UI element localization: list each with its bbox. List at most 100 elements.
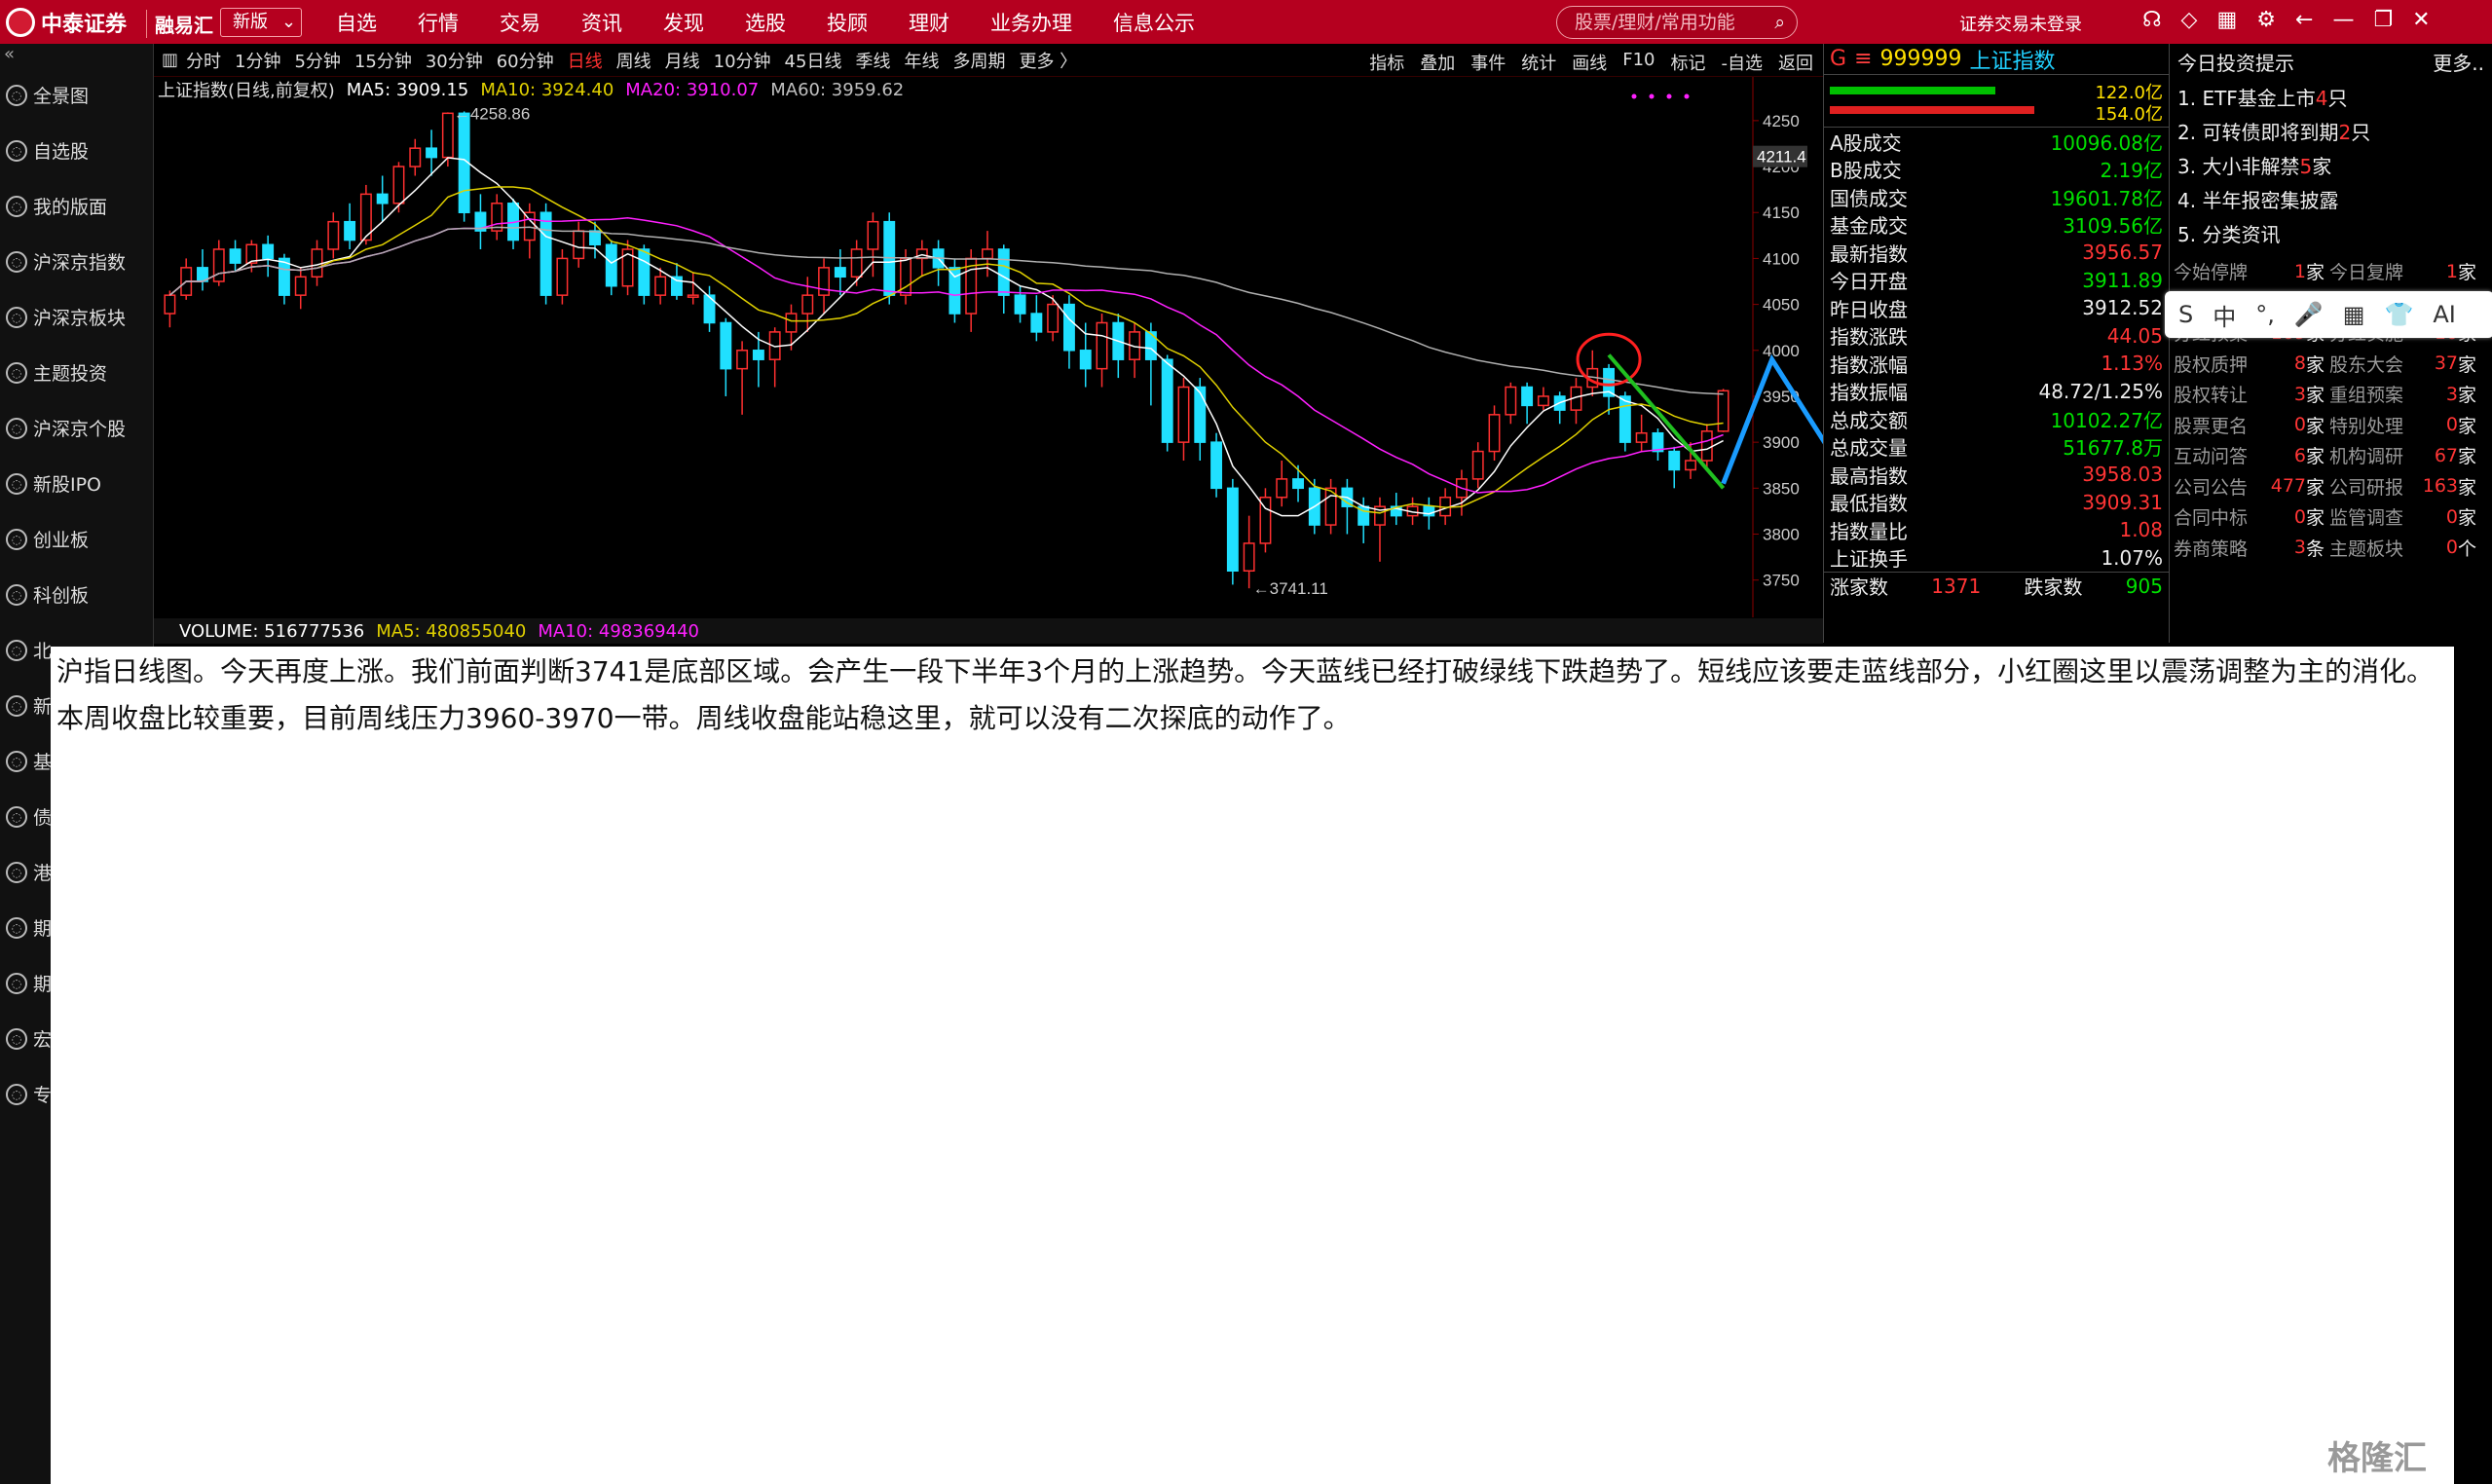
menu-item[interactable]: 选股 [745,8,786,37]
tip-item[interactable]: 2. 可转债即将到期2只 [2170,114,2492,148]
shirt-icon[interactable]: ◇ [2181,8,2198,32]
sidebar-item[interactable]: ◌ 沪深京指数 [0,234,153,289]
tool-button[interactable]: -自选 [1722,50,1764,75]
tool-button[interactable]: 统计 [1521,50,1556,75]
tool-button[interactable]: 指标 [1369,50,1404,75]
tool-button[interactable]: 画线 [1572,50,1607,75]
stat-label[interactable]: 监管调查 [2329,503,2415,530]
menu-item[interactable]: 发现 [663,8,704,37]
tool-button[interactable]: 事件 [1470,50,1506,75]
period-tab[interactable]: 更多 〉 [1019,48,1077,73]
tool-button[interactable]: 标记 [1671,50,1706,75]
ime-button[interactable]: S [2178,301,2193,328]
headset-icon[interactable]: ☊ [2142,8,2162,32]
period-tab[interactable]: 15分钟 [354,48,412,73]
grid-icon[interactable]: ▦ [2216,8,2237,32]
nav-icon: ◌ [6,639,27,661]
tool-button[interactable]: 叠加 [1420,50,1455,75]
stat-label[interactable]: 今始停牌 [2174,258,2263,284]
down-label: 跌家数 [2024,575,2083,600]
period-tab[interactable]: 周线 [616,48,651,73]
sidebar-item[interactable]: ◌ 沪深京个股 [0,400,153,456]
ime-button[interactable]: °, [2255,301,2275,328]
stat-label[interactable]: 股权转让 [2174,381,2263,407]
kline-svg[interactable]: 4250420041504100405040003950390038503800… [154,77,1823,617]
tip-item[interactable]: 3. 大小非解禁5家 [2170,148,2492,182]
search-icon[interactable]: ⌕ [1774,7,1785,38]
tool-button[interactable]: F10 [1622,50,1655,75]
back-icon[interactable]: ← [2295,8,2313,32]
sidebar-item[interactable]: ◌ 沪深京板块 [0,289,153,345]
stat-label[interactable]: 今日复牌 [2329,258,2415,284]
sidebar-item[interactable]: ◌ 主题投资 [0,345,153,400]
period-tab[interactable]: 月线 [665,48,700,73]
collapse-icon[interactable]: « [0,44,153,67]
tip-item[interactable]: 1. ETF基金上市4只 [2170,80,2492,114]
ime-button[interactable]: 中 [2213,298,2236,332]
period-tab[interactable]: 年线 [904,48,939,73]
quote-value: 19601.78亿 [2050,186,2163,210]
stat-label[interactable]: 互动问答 [2174,442,2263,468]
period-tab[interactable]: 30分钟 [426,48,483,73]
menu-item[interactable]: 交易 [500,8,540,37]
menu-item[interactable]: 信息公示 [1113,8,1195,37]
menu-item[interactable]: 投顾 [827,8,868,37]
search-input[interactable]: 股票/理财/常用功能 ⌕ [1556,6,1798,39]
menu-item[interactable]: 资讯 [581,8,622,37]
toolbar-grid-icon[interactable]: ▥ [162,50,178,70]
tool-button[interactable]: 返回 [1778,50,1813,75]
nav-icon: ◌ [6,916,27,939]
stat-label[interactable]: 股票更名 [2174,412,2263,438]
stat-label[interactable]: 股权质押 [2174,351,2263,377]
period-tab[interactable]: 多周期 [952,48,1005,73]
period-tab[interactable]: 日线 [568,48,603,73]
marker-dot [1684,93,1690,99]
sidebar-item[interactable]: ◌ 我的版面 [0,178,153,234]
stat-unit: 个 [2458,538,2477,560]
settings-icon[interactable]: ⚙ [2256,8,2276,32]
period-tab[interactable]: 分时 [186,48,221,73]
quote-row: B股成交 2.19亿 [1824,156,2169,184]
stat-label[interactable]: 重组预案 [2329,381,2415,407]
restore-icon[interactable]: ❐ [2373,8,2393,32]
menu-item[interactable]: 行情 [418,8,459,37]
ime-button[interactable]: 👕 [2384,301,2413,328]
version-select[interactable]: 新版 ⌄ [220,8,302,37]
quote-label: 指数涨幅 [1830,352,1908,377]
sidebar-item-label: 自选股 [33,141,90,163]
sidebar-item[interactable]: ◌ 新股IPO [0,456,153,511]
menu-item[interactable]: 自选 [336,8,377,37]
ime-button[interactable]: 🎤 [2294,301,2324,328]
tip-item[interactable]: 4. 半年报密集披露 [2170,182,2492,216]
stat-label[interactable]: 机构调研 [2329,442,2415,468]
ime-button[interactable]: ▦ [2343,301,2365,328]
stat-label[interactable]: 公司公告 [2174,473,2263,500]
minimize-icon[interactable]: — [2332,8,2354,32]
period-tab[interactable]: 10分钟 [714,48,771,73]
period-tab[interactable]: 5分钟 [294,48,340,73]
period-tab[interactable]: 季线 [855,48,890,73]
ime-button[interactable]: AI [2433,301,2456,328]
tip-item[interactable]: 5. 分类资讯 [2170,216,2492,250]
login-status[interactable]: 证券交易未登录 [1959,11,2082,36]
period-tab[interactable]: 45日线 [785,48,842,73]
stat-label[interactable]: 特别处理 [2329,412,2415,438]
menu-item[interactable]: 理财 [909,8,949,37]
stat-label[interactable]: 公司研报 [2329,473,2415,500]
stat-label[interactable]: 股东大会 [2329,351,2415,377]
stat-row: 股权转让 3 家重组预案 3 家 [2170,379,2492,410]
sidebar-item[interactable]: ◌ 自选股 [0,123,153,178]
close-icon[interactable]: ✕ [2412,8,2430,32]
sidebar-item[interactable]: ◌ 创业板 [0,511,153,567]
stat-label[interactable]: 主题板块 [2329,535,2415,561]
period-tab[interactable]: 1分钟 [235,48,280,73]
candle-body [556,257,569,296]
menu-item[interactable]: 业务办理 [990,8,1072,37]
tips-more-link[interactable]: 更多.. [2433,48,2484,76]
stat-label[interactable]: 合同中标 [2174,503,2263,530]
period-tab[interactable]: 60分钟 [497,48,554,73]
quote-label: A股成交 [1830,130,1902,155]
sidebar-item[interactable]: ◌ 全景图 [0,67,153,123]
sidebar-item[interactable]: ◌ 科创板 [0,567,153,622]
stat-label[interactable]: 券商策略 [2174,535,2263,561]
